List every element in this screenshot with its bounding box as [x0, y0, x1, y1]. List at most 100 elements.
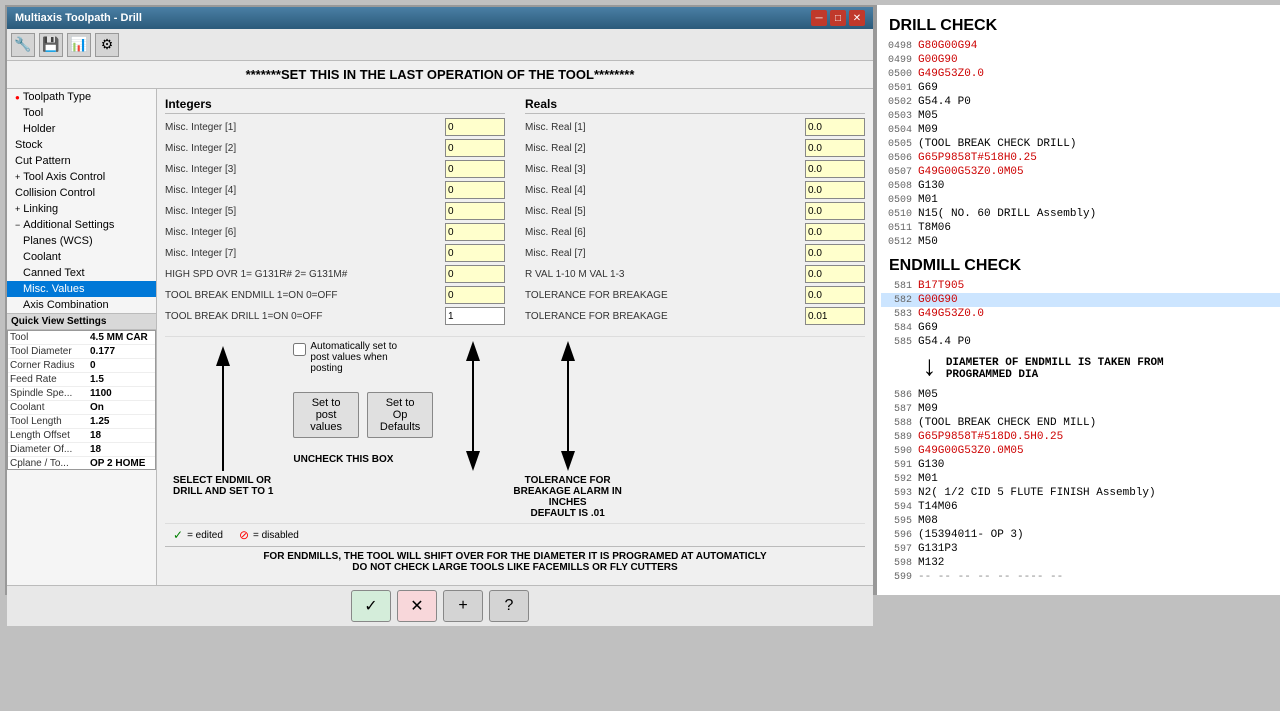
line-num-589: 589 — [883, 432, 918, 443]
auto-post-checkbox-row: Automatically set topost values whenpost… — [293, 341, 433, 374]
sidebar-item-tool-axis[interactable]: + Tool Axis Control — [7, 169, 156, 185]
sidebar-label-holder: Holder — [23, 123, 55, 135]
sidebar-item-cut-pattern[interactable]: Cut Pattern — [7, 153, 156, 169]
input-int-6[interactable] — [445, 223, 505, 241]
auto-post-checkbox[interactable] — [293, 343, 306, 356]
label-rval: R VAL 1-10 M VAL 1-3 — [525, 269, 801, 280]
input-real-4[interactable] — [805, 181, 865, 199]
form-row-break-drill: TOOL BREAK DRILL 1=ON 0=OFF — [165, 307, 505, 325]
code-line-598: 598 M132 — [881, 556, 1280, 570]
set-to-op-button[interactable]: Set to Op Defaults — [367, 392, 434, 438]
qv-label-tool: Tool — [10, 332, 90, 343]
input-int-5[interactable] — [445, 202, 505, 220]
sidebar-item-coolant[interactable]: Coolant — [7, 249, 156, 265]
toolbar-btn-3[interactable]: 📊 — [67, 33, 91, 57]
code-line-0512: 0512 M50 — [881, 235, 1280, 249]
sidebar-item-axis-combination[interactable]: Axis Combination — [7, 297, 156, 313]
code-text-582: G00G90 — [918, 294, 958, 306]
sidebar-item-toolpath-type[interactable]: ● Toolpath Type — [7, 89, 156, 105]
code-text-599: -- -- -- -- -- ---- -- — [918, 571, 1063, 583]
line-num-583: 583 — [883, 309, 918, 320]
line-num-0512: 0512 — [883, 237, 918, 248]
input-real-1[interactable] — [805, 118, 865, 136]
label-highspd: HIGH SPD OVR 1= G131R# 2= G131M# — [165, 269, 441, 280]
sidebar-item-tool[interactable]: Tool — [7, 105, 156, 121]
label-int-4: Misc. Integer [4] — [165, 185, 441, 196]
sidebar-item-stock[interactable]: Stock — [7, 137, 156, 153]
toolbar-btn-4[interactable]: ⚙ — [95, 33, 119, 57]
sidebar-item-additional-settings[interactable]: − Additional Settings — [7, 217, 156, 233]
sidebar-item-canned-text[interactable]: Canned Text — [7, 265, 156, 281]
code-line-586: 586 M05 — [881, 388, 1280, 402]
set-to-post-button[interactable]: Set to post values — [293, 392, 358, 438]
qv-value-feed-rate: 1.5 — [90, 374, 104, 385]
cancel-button[interactable]: ✕ — [397, 590, 437, 622]
sidebar-item-linking[interactable]: + Linking — [7, 201, 156, 217]
qv-row-coolant: Coolant On — [8, 401, 155, 415]
sidebar-label-planes-wcs: Planes (WCS) — [23, 235, 93, 247]
code-text-591: G130 — [918, 459, 944, 471]
code-text-0510: N15( NO. 60 DRILL Assembly) — [918, 208, 1096, 220]
sidebar-item-holder[interactable]: Holder — [7, 121, 156, 137]
main-content: ● Toolpath Type Tool Holder Stock Cut Pa… — [7, 89, 873, 585]
quick-view-scroll[interactable]: Tool 4.5 MM CAR Tool Diameter 0.177 Corn… — [7, 330, 156, 470]
line-num-584: 584 — [883, 323, 918, 334]
input-int-2[interactable] — [445, 139, 505, 157]
input-break-endmill[interactable] — [445, 286, 505, 304]
input-real-2[interactable] — [805, 139, 865, 157]
code-text-0502: G54.4 P0 — [918, 96, 971, 108]
input-int-4[interactable] — [445, 181, 505, 199]
ok-button[interactable]: ✓ — [351, 590, 391, 622]
line-num-594: 594 — [883, 502, 918, 513]
center-arrow-area — [453, 341, 493, 471]
qv-row-corner-radius: Corner Radius 0 — [8, 359, 155, 373]
input-int-3[interactable] — [445, 160, 505, 178]
input-real-3[interactable] — [805, 160, 865, 178]
code-text-0501: G69 — [918, 82, 938, 94]
input-real-5[interactable] — [805, 202, 865, 220]
input-tol-1[interactable] — [805, 286, 865, 304]
input-highspd[interactable] — [445, 265, 505, 283]
sidebar: ● Toolpath Type Tool Holder Stock Cut Pa… — [7, 89, 157, 585]
code-line-0502: 0502 G54.4 P0 — [881, 95, 1280, 109]
code-line-582: 582 G00G90 — [881, 293, 1280, 307]
code-text-587: M09 — [918, 403, 938, 415]
form-row-real-4: Misc. Real [4] — [525, 181, 865, 199]
input-break-drill[interactable] — [445, 307, 505, 325]
left-arrow-diagram: SELECT ENDMIL ORDRILL AND SET TO 1 — [173, 341, 273, 497]
endmill-check-title: ENDMILL CHECK — [889, 257, 1280, 275]
sidebar-item-misc-values[interactable]: Misc. Values — [7, 281, 156, 297]
toolbar-btn-2[interactable]: 💾 — [39, 33, 63, 57]
qv-value-tool: 4.5 MM CAR — [90, 332, 148, 343]
label-tol-2: TOLERANCE FOR BREAKAGE — [525, 311, 801, 322]
input-real-6[interactable] — [805, 223, 865, 241]
bottom-info-line1: FOR ENDMILLS, THE TOOL WILL SHIFT OVER F… — [173, 551, 857, 562]
integers-column: Integers Misc. Integer [1] Misc. Integer… — [165, 97, 505, 328]
form-row-real-5: Misc. Real [5] — [525, 202, 865, 220]
input-int-7[interactable] — [445, 244, 505, 262]
form-row-real-1: Misc. Real [1] — [525, 118, 865, 136]
line-num-0503: 0503 — [883, 111, 918, 122]
maximize-button[interactable]: □ — [830, 10, 846, 26]
code-text-590: G49G00G53Z0.0M05 — [918, 445, 1024, 457]
input-rval[interactable] — [805, 265, 865, 283]
input-tol-2[interactable] — [805, 307, 865, 325]
sidebar-label-additional-settings: Additional Settings — [23, 219, 114, 231]
form-row-int-1: Misc. Integer [1] — [165, 118, 505, 136]
form-row-int-4: Misc. Integer [4] — [165, 181, 505, 199]
help-button[interactable]: ? — [489, 590, 529, 622]
input-real-7[interactable] — [805, 244, 865, 262]
code-line-583: 583 G49G53Z0.0 — [881, 307, 1280, 321]
code-line-597: 597 G131P3 — [881, 542, 1280, 556]
input-int-1[interactable] — [445, 118, 505, 136]
toolbar-btn-1[interactable]: 🔧 — [11, 33, 35, 57]
sidebar-item-collision[interactable]: Collision Control — [7, 185, 156, 201]
down-arrow-icon: ↓ — [921, 353, 938, 384]
close-button[interactable]: ✕ — [849, 10, 865, 26]
add-button[interactable]: + — [443, 590, 483, 622]
qv-label-feed-rate: Feed Rate — [10, 374, 90, 385]
code-line-0509: 0509 M01 — [881, 193, 1280, 207]
line-num-0504: 0504 — [883, 125, 918, 136]
minimize-button[interactable]: ─ — [811, 10, 827, 26]
sidebar-item-planes-wcs[interactable]: Planes (WCS) — [7, 233, 156, 249]
